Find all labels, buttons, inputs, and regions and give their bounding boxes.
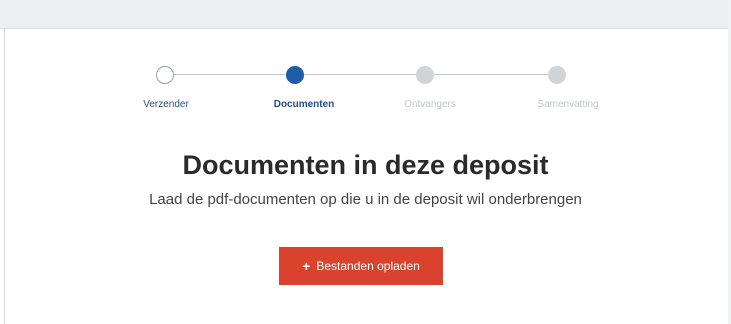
top-bar (0, 0, 731, 29)
step-dot-samenvatting (548, 66, 566, 84)
step-connector (304, 74, 416, 75)
upload-files-button[interactable]: + Bestanden opladen (279, 247, 443, 285)
page-title: Documenten in deze deposit (182, 150, 549, 180)
step-label-samenvatting: Samenvatting (537, 99, 599, 110)
step-connector (174, 74, 286, 75)
step-dot-documenten[interactable] (286, 66, 304, 84)
step-label-ontvangers: Ontvangers (404, 99, 456, 110)
step-dot-ontvangers (416, 66, 434, 84)
upload-button-label: Bestanden opladen (316, 259, 420, 273)
step-connector (434, 74, 548, 75)
plus-icon: + (302, 258, 311, 274)
page-subtitle: Laad de pdf-documenten op die u in de de… (149, 191, 582, 208)
step-label-documenten[interactable]: Documenten (274, 99, 335, 110)
step-dot-verzender[interactable] (156, 66, 174, 84)
step-label-verzender[interactable]: Verzender (143, 99, 189, 110)
